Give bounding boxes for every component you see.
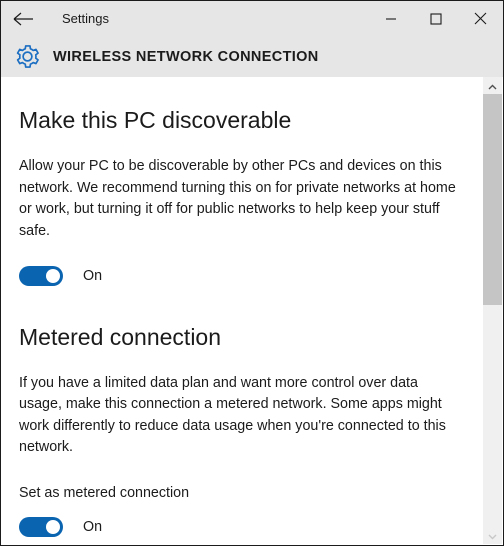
toggle-knob xyxy=(46,269,60,284)
close-icon xyxy=(474,12,487,25)
chevron-down-icon xyxy=(488,527,497,545)
section-heading-metered: Metered connection xyxy=(19,324,222,351)
metered-toggle[interactable] xyxy=(19,516,63,537)
metered-toggle-row: On xyxy=(19,516,467,537)
settings-content: Make this PC discoverable Allow your PC … xyxy=(2,77,483,545)
discoverable-toggle-label: On xyxy=(83,268,103,285)
caption-button-group xyxy=(368,1,503,36)
minimize-button[interactable] xyxy=(368,1,413,36)
section-body-metered: If you have a limited data plan and want… xyxy=(19,374,446,456)
app-header: WIRELESS NETWORK CONNECTION xyxy=(1,36,503,77)
vertical-scrollbar[interactable] xyxy=(483,77,502,544)
scroll-up-button[interactable] xyxy=(483,77,502,94)
maximize-button[interactable] xyxy=(413,1,458,36)
chevron-up-icon xyxy=(488,77,497,95)
scroll-thumb[interactable] xyxy=(483,94,502,305)
maximize-icon xyxy=(429,12,442,25)
settings-window: Settings WIRELESS NETWORK CONNECTION Mak… xyxy=(0,0,504,546)
discoverable-toggle-row: On xyxy=(19,266,467,287)
discoverable-toggle[interactable] xyxy=(19,266,63,287)
window-title: Settings xyxy=(62,11,109,26)
toggle-knob xyxy=(46,519,60,534)
section-discoverable: Make this PC discoverable Allow your PC … xyxy=(19,107,467,287)
back-button[interactable] xyxy=(1,1,45,36)
metered-toggle-label: On xyxy=(83,518,103,535)
close-button[interactable] xyxy=(458,1,503,36)
title-bar: Settings xyxy=(1,1,503,36)
metered-field-label: Set as metered connection xyxy=(19,484,190,501)
gear-icon xyxy=(1,43,53,70)
minimize-icon xyxy=(385,13,397,25)
scroll-down-button[interactable] xyxy=(483,527,502,544)
back-arrow-icon xyxy=(13,12,34,26)
app-header-title: WIRELESS NETWORK CONNECTION xyxy=(53,48,319,65)
section-metered: Metered connection If you have a limited… xyxy=(19,324,467,537)
section-heading-discoverable: Make this PC discoverable xyxy=(19,107,292,133)
section-body-discoverable: Allow your PC to be discoverable by othe… xyxy=(19,158,456,239)
